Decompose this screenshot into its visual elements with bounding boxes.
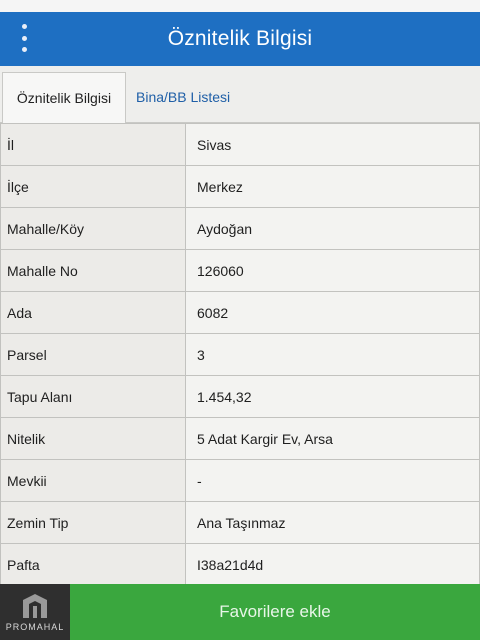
attribute-value: - — [185, 459, 480, 502]
attribute-value: Merkez — [185, 165, 480, 208]
tab-attribute-info[interactable]: Öznitelik Bilgisi — [2, 72, 126, 124]
attribute-key: Nitelik — [0, 417, 186, 460]
logo-text: PROMAHAL — [5, 622, 65, 632]
table-row: İl Sivas — [0, 123, 480, 166]
attribute-value: Sivas — [185, 123, 480, 166]
attribute-value: I38a21d4d — [185, 543, 480, 586]
attribute-key: Mahalle No — [0, 249, 186, 292]
table-row: Zemin Tip Ana Taşınmaz — [0, 501, 480, 544]
more-vert-icon[interactable] — [18, 24, 30, 52]
attribute-key: Mevkii — [0, 459, 186, 502]
status-strip — [0, 0, 480, 12]
app-title: Öznitelik Bilgisi — [167, 27, 313, 50]
app-bar: Öznitelik Bilgisi — [0, 12, 480, 66]
attribute-value: Aydoğan — [185, 207, 480, 250]
attribute-table: İl Sivas İlçe Merkez Mahalle/Köy Aydoğan… — [0, 123, 480, 586]
table-row: Pafta I38a21d4d — [0, 543, 480, 586]
table-row: İlçe Merkez — [0, 165, 480, 208]
attribute-value: Ana Taşınmaz — [185, 501, 480, 544]
attribute-key: İl — [0, 123, 186, 166]
add-to-favorites-button[interactable]: Favorilere ekle — [70, 584, 480, 640]
building-logo-icon — [23, 594, 47, 618]
tab-bar: Öznitelik Bilgisi Bina/BB Listesi — [0, 66, 480, 124]
attribute-value: 6082 — [185, 291, 480, 334]
attribute-key: Mahalle/Köy — [0, 207, 186, 250]
attribute-value: 126060 — [185, 249, 480, 292]
attribute-value: 1.454,32 — [185, 375, 480, 418]
attribute-key: Tapu Alanı — [0, 375, 186, 418]
footer-bar: PROMAHAL Favorilere ekle — [0, 584, 480, 640]
attribute-key: Zemin Tip — [0, 501, 186, 544]
table-row: Parsel 3 — [0, 333, 480, 376]
table-row: Mahalle No 126060 — [0, 249, 480, 292]
attribute-key: Ada — [0, 291, 186, 334]
attribute-value: 3 — [185, 333, 480, 376]
table-row: Tapu Alanı 1.454,32 — [0, 375, 480, 418]
table-row: Ada 6082 — [0, 291, 480, 334]
promahal-logo: PROMAHAL — [0, 584, 70, 640]
attribute-value: 5 Adat Kargir Ev, Arsa — [185, 417, 480, 460]
attribute-key: Parsel — [0, 333, 186, 376]
attribute-key: İlçe — [0, 165, 186, 208]
table-row: Mahalle/Köy Aydoğan — [0, 207, 480, 250]
tab-building-list[interactable]: Bina/BB Listesi — [126, 72, 240, 122]
table-row: Mevkii - — [0, 459, 480, 502]
attribute-key: Pafta — [0, 543, 186, 586]
table-row: Nitelik 5 Adat Kargir Ev, Arsa — [0, 417, 480, 460]
